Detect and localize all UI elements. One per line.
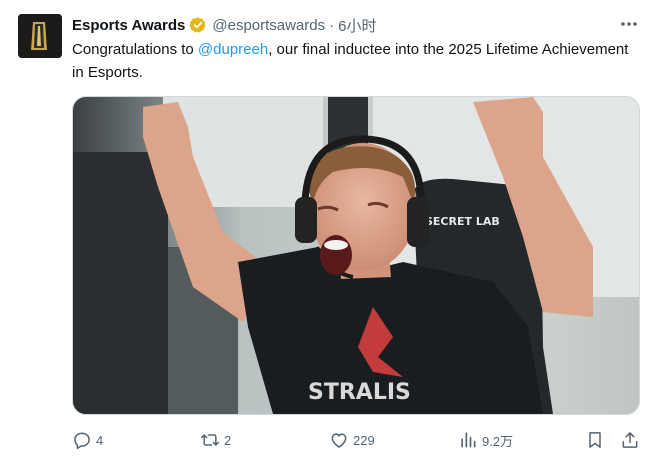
mention-link[interactable]: @dupreeh bbox=[198, 41, 268, 58]
tweet-text: Congratulations to @dupreeh, our final i… bbox=[72, 38, 632, 84]
views-button[interactable]: 9.2万 bbox=[458, 428, 513, 452]
like-count: 229 bbox=[353, 432, 375, 448]
tweet-header: Esports Awards @esportsawards · 6小时 bbox=[72, 14, 377, 36]
bookmark-icon bbox=[585, 430, 605, 450]
retweet-count: 2 bbox=[224, 432, 232, 448]
tweet-actions: 4 2 229 9.2万 bbox=[72, 428, 642, 452]
chair-brand-label: SECRET LAB bbox=[425, 215, 500, 228]
verified-badge-icon bbox=[189, 16, 207, 34]
separator-dot: · bbox=[329, 16, 335, 34]
share-icon bbox=[620, 430, 640, 450]
views-count: 9.2万 bbox=[482, 433, 514, 449]
like-icon bbox=[329, 430, 349, 450]
jersey-text: STRALIS bbox=[308, 380, 411, 405]
photo-celebrating-player: SECRET LAB STRALIS bbox=[73, 97, 639, 414]
timestamp[interactable]: 6小时 bbox=[338, 15, 376, 36]
bookmark-button[interactable] bbox=[585, 428, 609, 452]
reply-button[interactable]: 4 bbox=[72, 428, 103, 452]
tweet-media-image[interactable]: SECRET LAB STRALIS bbox=[72, 96, 640, 415]
share-button[interactable] bbox=[620, 428, 644, 452]
retweet-icon bbox=[200, 430, 220, 450]
reply-icon bbox=[72, 430, 92, 450]
author-name[interactable]: Esports Awards bbox=[72, 17, 185, 34]
views-icon bbox=[458, 430, 478, 450]
author-handle[interactable]: @esportsawards bbox=[212, 17, 325, 34]
more-icon[interactable] bbox=[616, 13, 642, 35]
reply-count: 4 bbox=[96, 432, 104, 448]
tweet: Esports Awards @esportsawards · 6小时 Cong… bbox=[0, 0, 659, 465]
like-button[interactable]: 229 bbox=[329, 428, 375, 452]
retweet-button[interactable]: 2 bbox=[200, 428, 231, 452]
avatar[interactable] bbox=[18, 14, 62, 58]
avatar-trophy-icon bbox=[18, 14, 62, 58]
tweet-text-intro: Congratulations to bbox=[72, 41, 198, 58]
